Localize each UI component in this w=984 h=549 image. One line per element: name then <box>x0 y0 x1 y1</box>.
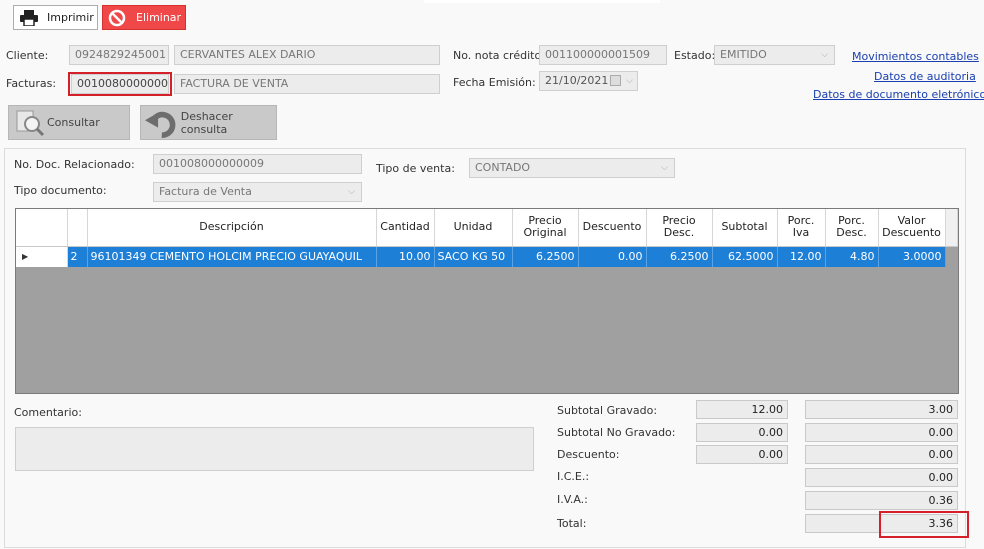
col-precio-desc[interactable]: Precio Desc. <box>646 209 713 247</box>
tipo-venta-value: CONTADO <box>475 161 531 174</box>
magnifier-icon <box>16 110 45 136</box>
descuento-value[interactable]: 0.00 <box>805 445 958 464</box>
table-row[interactable]: ▶ 2 96101349 CEMENTO HOLCIM PRECIO GUAYA… <box>16 246 957 267</box>
factura-type-field[interactable]: FACTURA DE VENTA <box>174 74 440 94</box>
subtotal-gravado-pct[interactable]: 12.00 <box>696 400 788 419</box>
consultar-button[interactable]: Consultar <box>8 105 130 140</box>
col-valor-descuento[interactable]: Valor Descuento <box>878 209 946 247</box>
cell-descuento[interactable]: 0.00 <box>578 246 647 267</box>
prohibited-icon <box>108 9 126 26</box>
cell-cantidad[interactable]: 10.00 <box>376 246 435 267</box>
factura-number-highlight <box>68 72 172 96</box>
cell-subtotal[interactable]: 62.5000 <box>712 246 778 267</box>
col-porc-iva[interactable]: Porc. Iva <box>777 209 826 247</box>
nota-credito-field[interactable]: 001100000001509 <box>539 45 667 65</box>
row-selector-header <box>16 209 68 247</box>
total-label: Total: <box>557 517 587 530</box>
chevron-down-icon: ⌵ <box>821 50 828 60</box>
doc-relacionado-label: No. Doc. Relacionado: <box>14 158 135 171</box>
printer-icon <box>20 9 38 26</box>
nota-credito-label: No. nota crédito: <box>453 49 545 62</box>
doc-relacionado-field[interactable]: 001008000000009 <box>153 154 362 174</box>
comentario-label: Comentario: <box>14 406 82 419</box>
chevron-down-icon: ⌵ <box>348 187 355 197</box>
estado-select[interactable]: EMITIDO ⌵ <box>714 45 835 65</box>
tipo-venta-select[interactable]: CONTADO ⌵ <box>469 158 675 178</box>
fecha-value: 21/10/2021 <box>545 74 609 87</box>
col-porc-desc[interactable]: Porc. Desc. <box>825 209 879 247</box>
print-button[interactable]: Imprimir <box>13 5 98 30</box>
ice-label: I.C.E.: <box>557 470 590 483</box>
subtotal-no-gravado-value[interactable]: 0.00 <box>805 423 958 442</box>
col-descuento[interactable]: Descuento <box>578 209 647 247</box>
print-label: Imprimir <box>47 11 94 24</box>
items-table: Descripción Cantidad Unidad Precio Origi… <box>16 209 958 267</box>
tipo-documento-select[interactable]: Factura de Venta ⌵ <box>153 182 362 202</box>
row-spacer <box>945 246 957 267</box>
row-index: 2 <box>67 246 88 267</box>
cell-porc-iva[interactable]: 12.00 <box>777 246 826 267</box>
deshacer-consulta-button[interactable]: Deshacer consulta <box>140 105 277 140</box>
col-precio-original[interactable]: Precio Original <box>512 209 579 247</box>
grid-header-row: Descripción Cantidad Unidad Precio Origi… <box>16 209 958 247</box>
row-pointer-icon: ▶ <box>16 246 68 267</box>
tipo-documento-label: Tipo documento: <box>14 184 107 197</box>
cell-precio-desc[interactable]: 6.2500 <box>646 246 713 267</box>
datos-auditoria-link[interactable]: Datos de auditoria <box>874 70 976 83</box>
iva-value[interactable]: 0.36 <box>805 491 958 510</box>
datos-documento-link[interactable]: Datos de documento eletrónico <box>813 88 984 101</box>
delete-label: Eliminar <box>136 11 182 24</box>
cell-porc-desc[interactable]: 4.80 <box>825 246 879 267</box>
tipo-documento-value: Factura de Venta <box>159 185 252 198</box>
cliente-id-field[interactable]: 0924829245001 <box>69 45 169 65</box>
subtotal-gravado-label: Subtotal Gravado: <box>557 404 658 417</box>
chevron-down-icon: ⌵ <box>626 76 633 86</box>
items-grid[interactable]: Descripción Cantidad Unidad Precio Origi… <box>15 208 959 394</box>
index-header <box>67 209 88 247</box>
iva-label: I.V.A.: <box>557 493 588 506</box>
calendar-icon <box>610 75 621 86</box>
movimientos-contables-link[interactable]: Movimientos contables <box>852 50 979 63</box>
consultar-label: Consultar <box>47 116 100 129</box>
fecha-emision-label: Fecha Emisión: <box>453 76 536 89</box>
cell-valor-descuento[interactable]: 3.0000 <box>878 246 946 267</box>
estado-label: Estado: <box>674 49 716 62</box>
comentario-textarea[interactable] <box>15 427 534 471</box>
col-cantidad[interactable]: Cantidad <box>376 209 435 247</box>
col-unidad[interactable]: Unidad <box>434 209 513 247</box>
chevron-down-icon: ⌵ <box>661 163 668 173</box>
top-tab-strip <box>424 0 660 3</box>
col-subtotal[interactable]: Subtotal <box>712 209 778 247</box>
subtotal-gravado-value[interactable]: 3.00 <box>805 400 958 419</box>
cliente-name-field[interactable]: CERVANTES ALEX DARIO <box>174 45 440 65</box>
descuento-label: Descuento: <box>557 448 620 461</box>
cell-precio-original[interactable]: 6.2500 <box>512 246 579 267</box>
deshacer-label: Deshacer consulta <box>180 109 233 136</box>
subtotal-no-gravado-pct[interactable]: 0.00 <box>696 423 788 442</box>
total-highlight <box>879 511 969 538</box>
scroll-spacer <box>945 209 958 247</box>
cell-unidad[interactable]: SACO KG 50 <box>434 246 513 267</box>
undo-icon <box>145 111 176 138</box>
descuento-pct[interactable]: 0.00 <box>696 445 788 464</box>
cell-descripcion[interactable]: 96101349 CEMENTO HOLCIM PRECIO GUAYAQUIL <box>87 246 377 267</box>
tipo-venta-label: Tipo de venta: <box>376 162 455 175</box>
estado-value: EMITIDO <box>720 48 767 61</box>
col-descripcion[interactable]: Descripción <box>87 209 377 247</box>
delete-button[interactable]: Eliminar <box>102 5 186 30</box>
cliente-label: Cliente: <box>6 49 49 62</box>
fecha-emision-field[interactable]: 21/10/2021 ⌵ <box>539 71 638 91</box>
subtotal-no-gravado-label: Subtotal No Gravado: <box>557 426 676 439</box>
ice-value[interactable]: 0.00 <box>805 468 958 487</box>
facturas-label: Facturas: <box>6 77 57 90</box>
